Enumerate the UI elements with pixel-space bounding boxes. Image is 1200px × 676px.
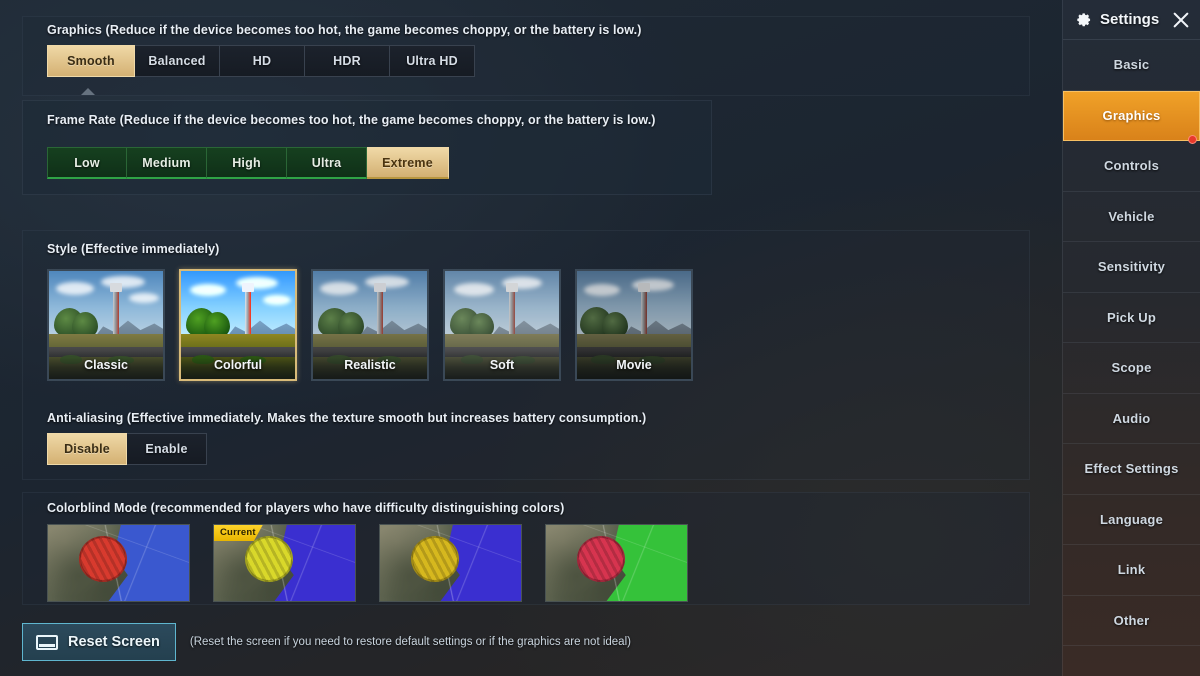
sidebar-item-pick-up[interactable]: Pick Up — [1063, 293, 1200, 343]
graphics-option-smooth[interactable]: Smooth — [47, 45, 135, 77]
settings-sidebar: Settings Basic Graphics Controls Vehicle… — [1062, 0, 1200, 676]
frame-rate-option-ultra[interactable]: Ultra — [287, 147, 367, 179]
anti-aliasing-options-group: Disable Enable — [47, 433, 207, 465]
settings-title: Settings — [1100, 11, 1160, 28]
frame-rate-panel: Frame Rate (Reduce if the device becomes… — [22, 100, 712, 195]
style-thumb-classic[interactable]: Classic — [47, 269, 165, 381]
graphics-selection-caret — [81, 88, 95, 95]
anti-aliasing-section-label: Anti-aliasing (Effective immediately. Ma… — [47, 411, 647, 425]
sidebar-item-language[interactable]: Language — [1063, 495, 1200, 545]
reset-screen-label: Reset Screen — [68, 634, 160, 650]
style-thumb-colorful[interactable]: Colorful — [179, 269, 297, 381]
colorblind-option-4[interactable] — [545, 524, 688, 602]
sidebar-item-sensitivity[interactable]: Sensitivity — [1063, 242, 1200, 293]
style-thumb-label: Movie — [577, 351, 691, 379]
style-thumbnail-row: Classic Colorful Realistic Soft Movie — [47, 269, 693, 381]
frame-rate-option-medium[interactable]: Medium — [127, 147, 207, 179]
graphics-options-group: Smooth Balanced HD HDR Ultra HD — [47, 45, 475, 77]
sidebar-item-vehicle[interactable]: Vehicle — [1063, 192, 1200, 242]
colorblind-thumbnail-row: Current — [47, 524, 688, 602]
style-thumb-label: Colorful — [181, 351, 295, 379]
style-thumb-soft[interactable]: Soft — [443, 269, 561, 381]
settings-screen: Graphics (Reduce if the device becomes t… — [0, 0, 1200, 676]
graphics-option-balanced[interactable]: Balanced — [135, 45, 220, 77]
frame-rate-option-low[interactable]: Low — [47, 147, 127, 179]
sidebar-item-controls[interactable]: Controls — [1063, 141, 1200, 192]
style-thumb-label: Soft — [445, 351, 559, 379]
sidebar-item-other[interactable]: Other — [1063, 596, 1200, 646]
colorblind-zone-4 — [577, 535, 626, 582]
close-icon[interactable] — [1170, 9, 1192, 31]
style-thumb-realistic[interactable]: Realistic — [311, 269, 429, 381]
frame-rate-option-extreme[interactable]: Extreme — [367, 147, 449, 179]
screen-icon — [36, 634, 58, 650]
sidebar-item-link[interactable]: Link — [1063, 545, 1200, 596]
gear-icon — [1074, 10, 1093, 29]
anti-aliasing-option-disable[interactable]: Disable — [47, 433, 127, 465]
colorblind-section-label: Colorblind Mode (recommended for players… — [47, 501, 565, 515]
colorblind-option-2[interactable]: Current — [213, 524, 356, 602]
style-thumb-label: Classic — [49, 351, 163, 379]
colorblind-option-3[interactable] — [379, 524, 522, 602]
style-antialiasing-panel: Style (Effective immediately) Classic Co… — [22, 230, 1030, 480]
graphics-option-ultrahd[interactable]: Ultra HD — [390, 45, 475, 77]
reset-screen-row: Reset Screen (Reset the screen if you ne… — [22, 623, 631, 661]
sidebar-item-graphics[interactable]: Graphics — [1063, 90, 1200, 144]
colorblind-panel: Colorblind Mode (recommended for players… — [22, 492, 1030, 605]
frame-rate-section-label: Frame Rate (Reduce if the device becomes… — [47, 113, 656, 127]
style-section-label: Style (Effective immediately) — [47, 242, 220, 256]
sidebar-item-basic[interactable]: Basic — [1063, 40, 1200, 91]
frame-rate-option-high[interactable]: High — [207, 147, 287, 179]
sidebar-item-scope[interactable]: Scope — [1063, 343, 1200, 394]
graphics-option-hd[interactable]: HD — [220, 45, 305, 77]
colorblind-option-1[interactable] — [47, 524, 190, 602]
sidebar-item-effect-settings[interactable]: Effect Settings — [1063, 444, 1200, 495]
reset-screen-button[interactable]: Reset Screen — [22, 623, 176, 661]
sidebar-item-label: Graphics — [1102, 108, 1161, 124]
graphics-option-hdr[interactable]: HDR — [305, 45, 390, 77]
settings-content-area: Graphics (Reduce if the device becomes t… — [0, 0, 1052, 676]
graphics-section-label: Graphics (Reduce if the device becomes t… — [47, 23, 642, 37]
reset-screen-description: (Reset the screen if you need to restore… — [189, 636, 631, 648]
sidebar-header: Settings — [1063, 0, 1200, 40]
colorblind-zone-3 — [411, 535, 460, 582]
anti-aliasing-option-enable[interactable]: Enable — [127, 433, 207, 465]
sidebar-item-audio[interactable]: Audio — [1063, 394, 1200, 444]
graphics-panel: Graphics (Reduce if the device becomes t… — [22, 16, 1030, 96]
frame-rate-options-group: Low Medium High Ultra Extreme — [47, 147, 449, 179]
style-thumb-movie[interactable]: Movie — [575, 269, 693, 381]
colorblind-zone-2 — [245, 535, 294, 582]
colorblind-zone-1 — [79, 535, 128, 582]
style-thumb-label: Realistic — [313, 351, 427, 379]
